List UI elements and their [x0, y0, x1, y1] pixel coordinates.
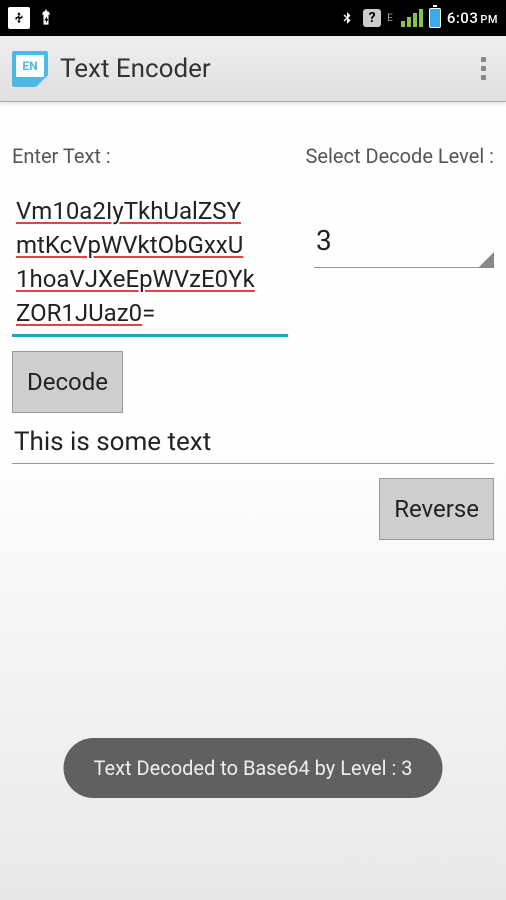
help-icon: ?: [363, 9, 381, 27]
text-input[interactable]: Vm10a2IyTkhUalZSYmtKcVpWVktObGxxU1hoaVJX…: [12, 194, 288, 337]
output-field[interactable]: This is some text: [12, 421, 494, 464]
reverse-button[interactable]: Reverse: [379, 478, 494, 540]
decode-level-spinner[interactable]: 3: [314, 218, 494, 268]
app-icon: EN: [12, 51, 48, 87]
decode-level-value: 3: [314, 218, 494, 268]
clock-time: 6:03: [447, 9, 479, 27]
signal-icon: [401, 9, 423, 27]
clock: 6:03PM: [447, 9, 498, 27]
app-title: Text Encoder: [60, 54, 211, 84]
select-level-label: Select Decode Level :: [306, 144, 494, 168]
bluetooth-icon: [337, 8, 357, 28]
dropdown-icon: [478, 252, 494, 268]
enter-text-label: Enter Text :: [12, 144, 111, 168]
main-content: Enter Text : Select Decode Level : Vm10a…: [0, 102, 506, 476]
clock-period: PM: [480, 13, 498, 26]
status-right: ? E 6:03PM: [337, 8, 498, 28]
action-bar: EN Text Encoder: [0, 36, 506, 102]
output-text: This is some text: [14, 427, 211, 457]
status-bar: ? E 6:03PM: [0, 0, 506, 36]
battery-charging-icon: [429, 8, 441, 28]
decode-button[interactable]: Decode: [12, 351, 123, 413]
usb-icon: [8, 7, 30, 29]
overflow-menu-button[interactable]: [473, 49, 494, 88]
network-type: E: [387, 13, 393, 24]
toast-message: Text Decoded to Base64 by Level : 3: [64, 738, 443, 798]
watermark: d cn 当乐网: [344, 851, 494, 886]
app-icon-label: EN: [16, 55, 44, 77]
status-left: [8, 7, 56, 29]
charging-icon: [36, 8, 56, 28]
